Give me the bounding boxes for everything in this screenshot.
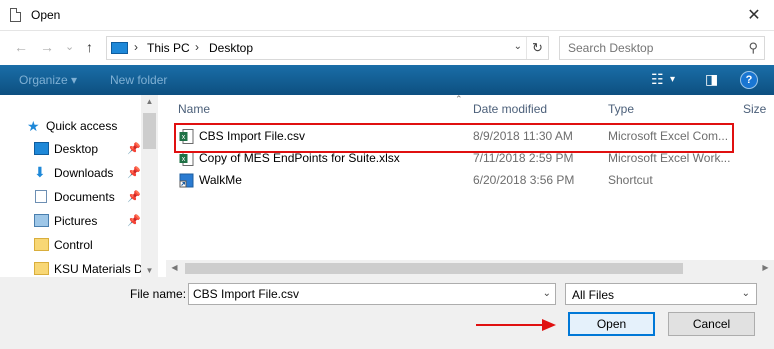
file-name-label: File name: [130, 287, 187, 301]
chevron-down-icon[interactable]: ⌄ [742, 288, 750, 299]
column-header-size[interactable]: Size [743, 102, 766, 116]
cancel-button[interactable]: Cancel [668, 312, 755, 336]
breadcrumb-separator: › [134, 40, 138, 54]
selection-highlight-annotation [174, 123, 734, 153]
sidebar-item-control[interactable]: Control [0, 234, 141, 256]
title-bar: Open ✕ [0, 0, 774, 31]
documents-folder-icon [35, 190, 47, 203]
file-type-filter-value: All Files [572, 288, 615, 302]
file-row[interactable]: WalkMe 6/20/2018 3:56 PM Shortcut [176, 169, 736, 191]
address-bar[interactable]: › This PC › Desktop ⌄ ↻ [106, 36, 549, 60]
new-folder-button[interactable]: New folder [110, 73, 167, 87]
navigation-pane: ★ Quick access Desktop 📌 ⬇ Downloads 📌 D… [0, 95, 158, 277]
sidebar-item-label: Desktop [54, 142, 99, 156]
scroll-right-icon[interactable]: ▶ [757, 263, 774, 272]
refresh-icon[interactable]: ↻ [526, 37, 548, 59]
up-button[interactable]: ↑ [86, 39, 93, 55]
horizontal-scrollbar[interactable]: ◀ ▶ [166, 260, 774, 277]
close-button[interactable]: ✕ [734, 0, 774, 31]
file-name: Copy of MES EndPoints for Suite.xlsx [199, 151, 400, 165]
pictures-folder-icon [34, 214, 49, 227]
downloads-folder-icon: ⬇ [34, 164, 46, 180]
breadcrumb-this-pc[interactable]: This PC [147, 41, 190, 55]
chevron-down-icon[interactable]: ▾ [670, 74, 675, 85]
document-icon [10, 8, 21, 22]
back-button[interactable]: ← [14, 39, 28, 55]
sidebar-item-label: Documents [54, 190, 115, 204]
sidebar-item-label: Quick access [46, 119, 118, 133]
recent-locations-button[interactable]: ⌄ [65, 40, 74, 53]
sidebar-item-pictures[interactable]: Pictures 📌 [0, 210, 141, 232]
folder-icon [34, 262, 49, 275]
file-name: WalkMe [199, 173, 242, 187]
pointer-arrow-annotation [476, 319, 556, 331]
pane-divider[interactable] [158, 95, 166, 277]
organize-button[interactable]: Organize ▾ [19, 73, 77, 87]
pin-icon: 📌 [127, 215, 141, 227]
svg-text:x: x [182, 156, 186, 163]
command-toolbar: Organize ▾ New folder ☷ ▾ ◨ ? [0, 65, 774, 95]
forward-button[interactable]: → [40, 39, 54, 55]
preview-pane-icon[interactable]: ◨ [705, 71, 718, 88]
sidebar-item-downloads[interactable]: ⬇ Downloads 📌 [0, 162, 141, 184]
search-icon: ⚲ [748, 40, 758, 55]
address-row: ← → ⌄ ↑ › This PC › Desktop ⌄ ↻ ⚲ [0, 31, 774, 65]
sidebar-item-documents[interactable]: Documents 📌 [0, 186, 141, 208]
chevron-down-icon[interactable]: ⌄ [514, 41, 522, 52]
folder-icon [34, 238, 49, 251]
sidebar-item-label: Downloads [54, 166, 114, 180]
scrollbar-thumb[interactable] [143, 113, 156, 149]
scroll-down-icon[interactable]: ▼ [141, 266, 158, 275]
file-type: Shortcut [608, 173, 653, 187]
help-icon[interactable]: ? [740, 71, 758, 89]
star-icon: ★ [27, 118, 40, 134]
file-date: 6/20/2018 3:56 PM [473, 173, 575, 187]
sidebar-item-label: Control [54, 238, 93, 252]
open-button[interactable]: Open [568, 312, 655, 336]
scrollbar-thumb[interactable] [185, 263, 683, 274]
column-header-type[interactable]: Type [608, 102, 634, 116]
file-date: 7/11/2018 2:59 PM [473, 151, 574, 165]
desktop-folder-icon [34, 142, 49, 155]
file-name-field[interactable] [189, 284, 529, 304]
computer-icon [111, 42, 128, 54]
file-type: Microsoft Excel Work... [608, 151, 731, 165]
breadcrumb-separator: › [195, 40, 199, 54]
sidebar-item-quick-access[interactable]: ★ Quick access [0, 115, 141, 137]
sidebar-item-label: Pictures [54, 214, 98, 228]
sidebar-item-desktop[interactable]: Desktop 📌 [0, 138, 141, 160]
vertical-scrollbar[interactable]: ▲ ▼ [141, 95, 158, 277]
sidebar-item-label: KSU Materials De [54, 262, 141, 276]
pin-icon: 📌 [127, 143, 141, 155]
dialog-footer: File name: ⌄ All Files ⌄ Open Cancel [0, 277, 774, 349]
column-header-date[interactable]: Date modified [473, 102, 547, 116]
pin-icon: 📌 [127, 191, 141, 203]
file-type-filter[interactable]: All Files ⌄ [565, 283, 757, 305]
column-header-name[interactable]: Name [178, 102, 210, 116]
shortcut-icon [179, 173, 194, 188]
file-name-combobox[interactable]: ⌄ [188, 283, 556, 305]
pin-icon: 📌 [127, 167, 141, 179]
scroll-up-icon[interactable]: ▲ [141, 97, 158, 106]
search-box[interactable]: ⚲ [559, 36, 765, 60]
search-input[interactable] [560, 37, 740, 59]
excel-xlsx-icon: x [179, 151, 194, 166]
window-title: Open [31, 8, 61, 22]
scroll-left-icon[interactable]: ◀ [166, 263, 183, 272]
breadcrumb-desktop[interactable]: Desktop [209, 41, 253, 55]
view-options-icon[interactable]: ☷ [651, 71, 664, 88]
sort-indicator-icon: ⌃ [455, 94, 463, 104]
chevron-down-icon[interactable]: ⌄ [543, 288, 551, 299]
